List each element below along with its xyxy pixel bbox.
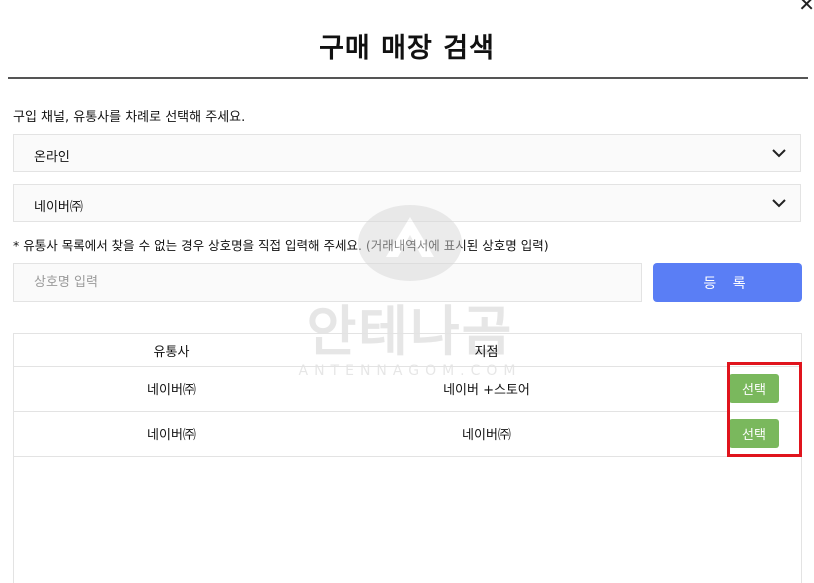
chevron-down-icon bbox=[772, 199, 786, 208]
close-icon[interactable]: ✕ bbox=[798, 0, 814, 16]
row-distributor: 네이버㈜ bbox=[147, 383, 196, 398]
distributor-select[interactable]: 네이버㈜ bbox=[13, 184, 801, 222]
title-divider bbox=[8, 77, 808, 79]
header-distributor: 유통사 bbox=[153, 344, 190, 360]
select-button[interactable]: 선택 bbox=[729, 374, 779, 403]
chevron-down-icon bbox=[772, 149, 786, 158]
row-distributor: 네이버㈜ bbox=[147, 428, 196, 443]
instruction-text: 구입 채널, 유통사를 차례로 선택해 주세요. bbox=[13, 110, 246, 125]
table-row: 네이버㈜ 네이버㈜ 선택 bbox=[14, 411, 801, 457]
channel-select[interactable]: 온라인 bbox=[13, 134, 801, 172]
row-branch: 네이버㈜ bbox=[462, 428, 511, 443]
manual-entry-note: * 유통사 목록에서 찾을 수 없는 경우 상호명을 직접 입력해 주세요. (… bbox=[13, 238, 549, 253]
select-button[interactable]: 선택 bbox=[729, 419, 779, 448]
store-name-input[interactable] bbox=[13, 263, 642, 302]
distributor-table: 유통사 지점 네이버㈜ 네이버 +스토어 선택 네이버㈜ 네이버㈜ 선택 bbox=[13, 333, 802, 583]
table-row: 네이버㈜ 네이버 +스토어 선택 bbox=[14, 366, 801, 412]
store-search-page: ✕ 구매 매장 검색 구입 채널, 유통사를 차례로 선택해 주세요. 온라인 … bbox=[0, 0, 814, 583]
header-branch: 지점 bbox=[474, 344, 499, 360]
register-button[interactable]: 등 록 bbox=[653, 263, 802, 302]
table-header-row: 유통사 지점 bbox=[14, 334, 801, 367]
row-branch: 네이버 +스토어 bbox=[443, 383, 530, 398]
page-title: 구매 매장 검색 bbox=[319, 33, 495, 64]
channel-select-value: 온라인 bbox=[34, 150, 70, 165]
distributor-select-value: 네이버㈜ bbox=[34, 200, 83, 215]
